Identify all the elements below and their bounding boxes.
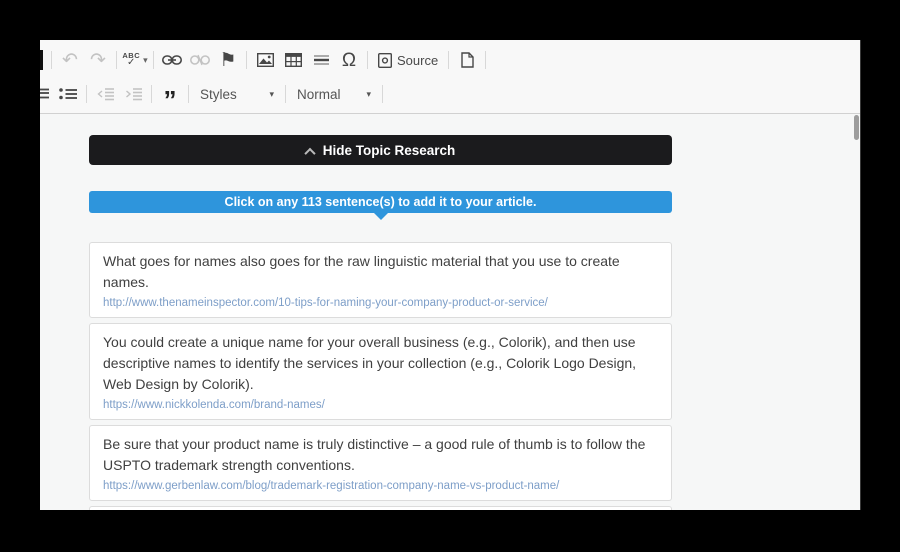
chevron-down-icon: ▾: [269, 88, 274, 99]
editor-window: ↶ ↷ ABC ✓ ▾ ⚑ Ω Source ” Styles ▾ Normal…: [40, 40, 861, 510]
styles-dropdown[interactable]: Styles ▾: [193, 82, 281, 106]
sentence-source-link[interactable]: https://www.nickkolenda.com/brand-names/: [103, 397, 658, 413]
sentence-text: What goes for names also goes for the ra…: [103, 253, 620, 290]
banner-pointer: [373, 213, 388, 220]
sentence-banner-wrap: Click on any 113 sentence(s) to add it t…: [89, 191, 672, 220]
toolbar-separator: [367, 51, 368, 69]
toolbar-separator: [485, 51, 487, 69]
toolbar-separator: [153, 51, 154, 69]
sentence-list: What goes for names also goes for the ra…: [89, 242, 672, 510]
toolbar-separator: [151, 85, 152, 103]
source-icon: [378, 52, 392, 68]
chevron-down-icon: ▾: [143, 54, 148, 65]
sentence-card[interactable]: You could create a unique name for your …: [89, 323, 672, 420]
blockquote-icon[interactable]: ”: [156, 81, 184, 113]
numbered-list-icon[interactable]: [40, 81, 54, 107]
horizontal-rule-icon[interactable]: [307, 47, 335, 73]
source-label: Source: [397, 52, 439, 68]
sentence-source-link[interactable]: http://www.thenameinspector.com/10-tips-…: [103, 295, 658, 311]
sentence-card[interactable]: Be sure that your product name is truly …: [89, 425, 672, 501]
sentence-banner-label: Click on any 113 sentence(s) to add it t…: [224, 195, 537, 209]
editor-content: Hide Topic Research Click on any 113 sen…: [40, 135, 860, 510]
format-dropdown[interactable]: Normal ▾: [290, 82, 378, 106]
spellcheck-abc-glyph: ABC ✓: [122, 51, 141, 68]
sentence-source-link[interactable]: https://www.gerbenlaw.com/blog/trademark…: [103, 478, 658, 494]
chevron-down-icon: ▾: [366, 88, 371, 99]
source-button[interactable]: Source: [372, 47, 444, 73]
image-icon[interactable]: [251, 47, 279, 73]
table-icon[interactable]: [279, 47, 307, 73]
toolbar-separator: [246, 51, 247, 69]
toolbar-separator: [382, 85, 383, 103]
styles-dropdown-label: Styles: [200, 86, 237, 102]
sentence-text: Be sure that your product name is truly …: [103, 436, 646, 473]
toolbar-separator: [116, 51, 117, 69]
toolbar-separator: [285, 85, 286, 103]
hide-topic-research-label: Hide Topic Research: [322, 142, 456, 158]
toolbar-separator: [51, 51, 52, 69]
toolbar-separator: [188, 85, 189, 103]
vertical-scrollbar-thumb[interactable]: [854, 115, 859, 140]
format-dropdown-label: Normal: [297, 86, 341, 102]
hide-topic-research-button[interactable]: Hide Topic Research: [89, 135, 672, 165]
toolbar-separator: [448, 51, 450, 69]
link-icon[interactable]: [158, 47, 186, 73]
new-page-icon[interactable]: [453, 47, 481, 73]
sentence-card[interactable]: Note the word "competing." Two companies…: [89, 506, 672, 510]
sentence-card[interactable]: What goes for names also goes for the ra…: [89, 242, 672, 318]
toolbar-row-2: ” Styles ▾ Normal ▾: [40, 80, 856, 113]
sentence-text: You could create a unique name for your …: [103, 334, 637, 392]
redo-icon[interactable]: ↷: [84, 47, 112, 73]
editor-toolbar: ↶ ↷ ABC ✓ ▾ ⚑ Ω Source ” Styles ▾ Normal…: [40, 40, 860, 114]
indent-icon[interactable]: [119, 81, 147, 107]
chevron-up-icon: [304, 147, 316, 159]
sentence-banner: Click on any 113 sentence(s) to add it t…: [89, 191, 672, 213]
anchor-flag-icon[interactable]: ⚑: [214, 47, 242, 73]
special-character-icon[interactable]: Ω: [335, 47, 363, 73]
outdent-icon[interactable]: [91, 81, 119, 107]
clipped-icon: [40, 50, 43, 70]
spellcheck-icon[interactable]: ABC ✓ ▾: [121, 47, 149, 73]
toolbar-separator: [86, 85, 87, 103]
unlink-icon[interactable]: [186, 47, 214, 73]
bulleted-list-icon[interactable]: [54, 81, 82, 107]
undo-icon[interactable]: ↶: [56, 47, 84, 73]
toolbar-row-1: ↶ ↷ ABC ✓ ▾ ⚑ Ω Source: [40, 46, 856, 74]
